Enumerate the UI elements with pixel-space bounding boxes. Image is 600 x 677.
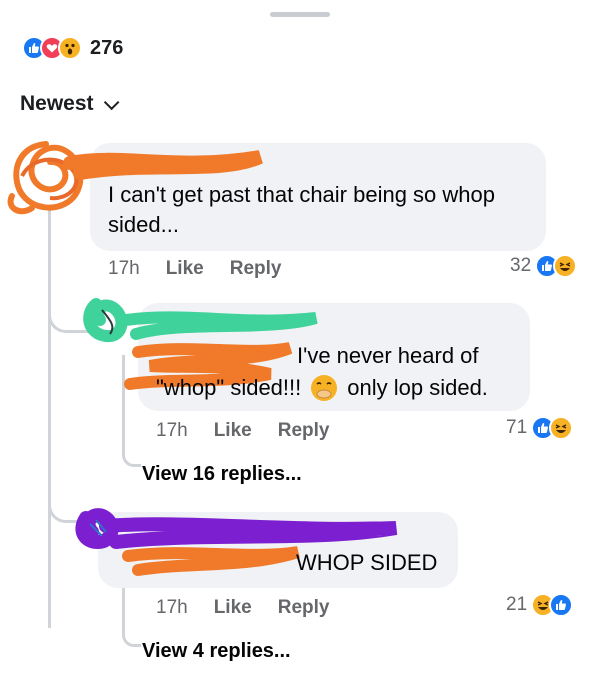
comment-text: only lop sided.	[347, 375, 488, 400]
sort-label: Newest	[20, 92, 94, 115]
reply-button[interactable]: Reply	[278, 597, 330, 619]
comment-reactions[interactable]: 32	[510, 254, 578, 278]
comment-text-line: "whop" sided!!! only lop sided.	[156, 373, 488, 403]
wow-icon	[58, 36, 82, 60]
comment-actions: 17h Like Reply	[156, 420, 329, 442]
reaction-count: 71	[506, 417, 528, 438]
like-button[interactable]: Like	[214, 597, 252, 619]
hand-over-mouth-emoji	[309, 373, 339, 403]
like-icon	[549, 593, 574, 617]
comment-time: 17h	[156, 420, 188, 441]
comment-time: 17h	[156, 597, 188, 618]
comment-text: I can't get past that chair being so who…	[108, 182, 495, 237]
sort-dropdown[interactable]: Newest	[20, 92, 119, 116]
comment-actions: 17h Like Reply	[156, 597, 329, 619]
comment-actions: 17h Like Reply	[108, 258, 281, 280]
reply-button[interactable]: Reply	[230, 258, 282, 280]
view-replies-connector	[122, 620, 141, 647]
like-button[interactable]: Like	[166, 258, 204, 280]
chevron-down-icon	[103, 94, 119, 110]
view-replies-link[interactable]: View 16 replies...	[142, 463, 302, 486]
thread-line	[48, 208, 51, 628]
like-button[interactable]: Like	[214, 420, 252, 442]
comment-reactions[interactable]: 71	[506, 416, 574, 440]
drag-handle[interactable]	[270, 12, 330, 17]
comment-time: 17h	[108, 258, 140, 279]
reaction-total: 276	[90, 36, 124, 59]
comment-text: "whop" sided!!!	[156, 375, 302, 400]
view-replies-link[interactable]: View 4 replies...	[142, 640, 291, 663]
view-replies-connector	[122, 440, 141, 467]
haha-icon	[549, 416, 574, 440]
name-redacted	[63, 150, 263, 180]
comment-reactions[interactable]: 21	[506, 593, 574, 617]
comment-text: WHOP SIDED	[296, 550, 438, 575]
reactions-summary[interactable]: 276	[22, 34, 123, 62]
reaction-count: 21	[506, 594, 528, 615]
comment-text: I've never heard of	[297, 343, 479, 368]
haha-icon	[553, 254, 578, 278]
reaction-count: 32	[510, 255, 532, 276]
name-redacted	[122, 546, 300, 576]
reply-button[interactable]: Reply	[278, 420, 330, 442]
